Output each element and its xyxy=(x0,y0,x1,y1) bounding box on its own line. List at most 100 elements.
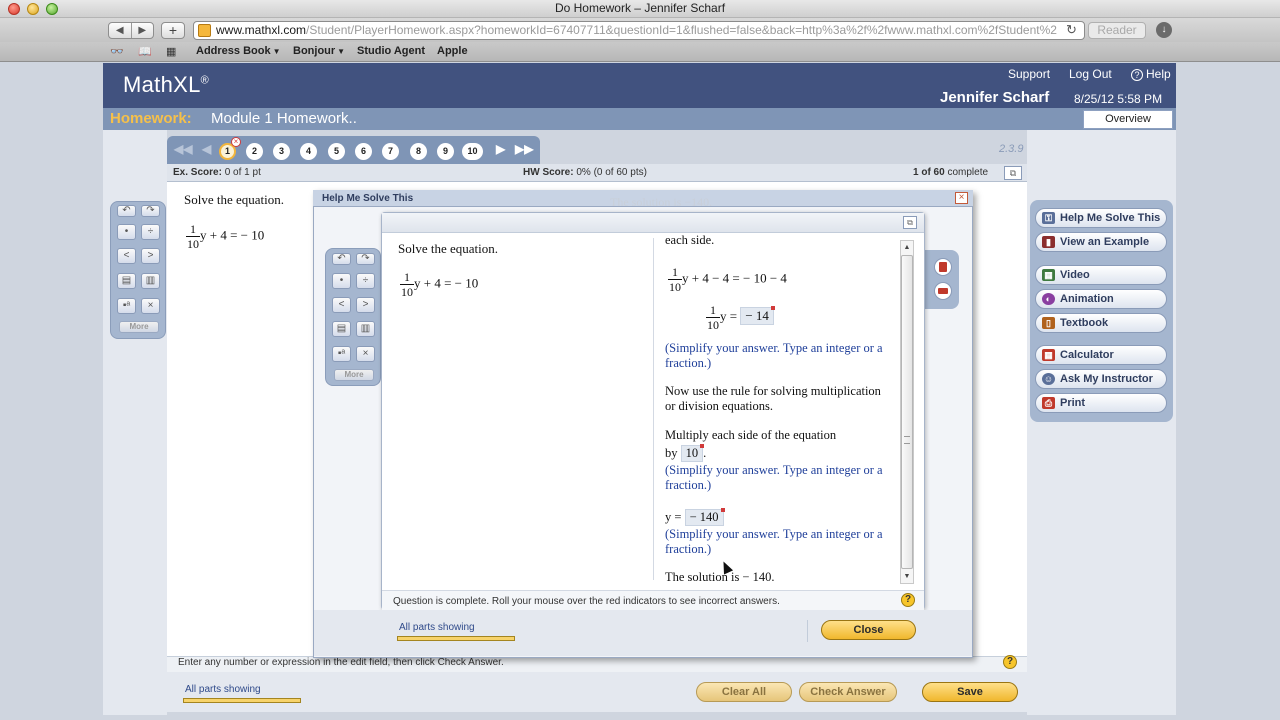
check-answer-button[interactable]: Check Answer xyxy=(799,682,897,702)
reload-icon[interactable]: ↻ xyxy=(1066,22,1077,38)
video-button[interactable]: ▦ Video xyxy=(1035,265,1167,285)
multiply-text: Multiply each side of the equation xyxy=(665,428,837,442)
panel-divider xyxy=(653,238,654,580)
expand-panel-icon[interactable]: ⧉ xyxy=(1004,166,1022,180)
bookmarks-book-icon[interactable]: 📖 xyxy=(138,45,152,58)
question-number-5[interactable]: 5 xyxy=(328,143,345,160)
print-button[interactable]: ⎙ Print xyxy=(1035,393,1167,413)
dialog-undo-icon[interactable]: ↶ xyxy=(332,253,351,265)
user-name: Jennifer Scharf xyxy=(940,89,1050,106)
dialog-right-arrow-icon[interactable]: > xyxy=(356,297,375,313)
reader-button[interactable]: Reader xyxy=(1088,22,1146,39)
close-button[interactable]: Close xyxy=(821,620,916,640)
calculator-button[interactable]: ▦ Calculator xyxy=(1035,345,1167,365)
fraction-icon[interactable]: ▤ xyxy=(117,273,136,289)
clear-all-button[interactable]: Clear All xyxy=(696,682,792,702)
mixed-number-icon[interactable]: ▥ xyxy=(141,273,160,289)
bookmark-apple[interactable]: Apple xyxy=(437,45,468,57)
dialog-fraction-icon[interactable]: ▤ xyxy=(332,321,351,337)
answer-box-minus-140[interactable]: − 140 xyxy=(684,508,725,526)
help-me-solve-button[interactable]: ⚿ Help Me Solve This xyxy=(1035,208,1167,228)
logout-link[interactable]: Log Out xyxy=(1069,67,1112,81)
textbook-button[interactable]: ▯ Textbook xyxy=(1035,313,1167,333)
dialog-delete-icon[interactable]: × xyxy=(356,346,375,362)
forward-arrow-icon[interactable]: ▶ xyxy=(132,23,154,38)
dialog-divide-icon[interactable]: ÷ xyxy=(356,273,375,289)
dialog-printer-icon[interactable] xyxy=(934,282,952,300)
back-arrow-icon[interactable]: ◀ xyxy=(109,23,132,38)
zoom-window-button[interactable] xyxy=(46,3,58,15)
parts-progress-bar xyxy=(183,698,301,703)
question-number-6[interactable]: 6 xyxy=(355,143,372,160)
bookmark-address-book[interactable]: Address Book ▼ xyxy=(196,45,281,57)
answer-box-minus-14[interactable]: − 14 xyxy=(740,306,775,326)
more-button[interactable]: More xyxy=(119,321,159,333)
view-example-button[interactable]: ▮ View an Example xyxy=(1035,232,1167,252)
question-number-3[interactable]: 3 xyxy=(273,143,290,160)
scroll-up-icon[interactable]: ▲ xyxy=(901,242,913,254)
reading-list-icon[interactable]: 👓 xyxy=(110,45,124,58)
help-link[interactable]: ? Help xyxy=(1131,67,1171,81)
question-number-9[interactable]: 9 xyxy=(437,143,454,160)
redo-icon[interactable]: ↷ xyxy=(141,205,160,217)
mathxl-logo: MathXL® xyxy=(123,72,210,97)
left-arrow-icon[interactable]: < xyxy=(117,248,136,264)
dialog-calculator-icon[interactable] xyxy=(934,258,952,276)
overview-button[interactable]: Overview xyxy=(1083,110,1173,129)
homework-title: Module 1 Homework.. xyxy=(211,110,357,127)
address-bar[interactable]: www.mathxl.com/Student/PlayerHomework.as… xyxy=(193,21,1085,40)
save-button[interactable]: Save xyxy=(922,682,1018,702)
scroll-down-icon[interactable]: ▼ xyxy=(901,571,913,583)
new-tab-button[interactable]: + xyxy=(161,22,185,39)
divide-icon[interactable]: ÷ xyxy=(141,224,160,240)
animation-icon: ◐ xyxy=(1042,293,1055,305)
multiply-dot-icon[interactable]: • xyxy=(117,224,136,240)
previous-question-icon[interactable]: ◀ xyxy=(202,142,211,156)
first-question-icon[interactable]: ◀◀ xyxy=(174,142,192,156)
bookmark-bonjour[interactable]: Bonjour ▼ xyxy=(293,45,345,57)
downloads-icon[interactable]: ↓ xyxy=(1156,22,1172,38)
support-link[interactable]: Support xyxy=(1008,67,1050,81)
undo-icon[interactable]: ↶ xyxy=(117,205,136,217)
incorrect-mark-icon: × xyxy=(231,137,241,147)
instruction-help-icon[interactable]: ? xyxy=(1003,655,1017,669)
right-arrow-icon[interactable]: > xyxy=(141,248,160,264)
question-number-2[interactable]: 2 xyxy=(246,143,263,160)
status-help-icon[interactable]: ? xyxy=(901,593,915,607)
dialog-question-prompt: Solve the equation. xyxy=(398,241,499,256)
minimize-window-button[interactable] xyxy=(27,3,39,15)
top-sites-grid-icon[interactable]: ▦ xyxy=(166,45,176,58)
dialog-question-equation: 1 10 y + 4 = − 10 xyxy=(400,270,479,299)
dialog-mixed-number-icon[interactable]: ▥ xyxy=(356,321,375,337)
y-answer-line: y = − 140 xyxy=(665,508,725,526)
question-number-4[interactable]: 4 xyxy=(300,143,317,160)
math-palette xyxy=(110,201,166,339)
animation-button[interactable]: ◐ Animation xyxy=(1035,289,1167,309)
close-window-button[interactable] xyxy=(8,3,20,15)
site-favicon-icon xyxy=(198,24,211,37)
answer-box-10[interactable]: 10 xyxy=(680,444,704,462)
dialog-redo-icon[interactable]: ↷ xyxy=(356,253,375,265)
simplify-note-1: (Simplify your answer. Type an integer o… xyxy=(665,341,883,370)
question-number-10[interactable]: 10 xyxy=(462,143,483,160)
url-path: /Student/PlayerHomework.aspx?homeworkId=… xyxy=(306,23,1057,37)
dialog-exponent-icon[interactable]: ▪ᵃ xyxy=(332,346,351,362)
homework-label: Homework: xyxy=(110,110,192,127)
last-question-icon[interactable]: ▶▶ xyxy=(515,142,533,156)
exercise-score: Ex. Score: 0 of 1 pt xyxy=(173,167,261,178)
question-number-8[interactable]: 8 xyxy=(410,143,427,160)
next-question-icon[interactable]: ▶ xyxy=(496,142,505,156)
instruction-text: Enter any number or expression in the ed… xyxy=(178,657,504,668)
dialog-left-arrow-icon[interactable]: < xyxy=(332,297,351,313)
bookmark-studio-agent[interactable]: Studio Agent xyxy=(357,45,425,57)
question-number-7[interactable]: 7 xyxy=(382,143,399,160)
delete-icon[interactable]: × xyxy=(141,298,160,314)
scrollbar-thumb[interactable] xyxy=(901,255,913,569)
dialog-close-icon[interactable]: × xyxy=(955,192,968,204)
ask-instructor-button[interactable]: ☺ Ask My Instructor xyxy=(1035,369,1167,389)
dialog-more-button[interactable]: More xyxy=(334,369,374,381)
restore-panel-icon[interactable]: ⧉ xyxy=(903,216,917,229)
exponent-icon[interactable]: ▪ᵃ xyxy=(117,298,136,314)
dialog-multiply-dot-icon[interactable]: • xyxy=(332,273,351,289)
solution-panel-header xyxy=(382,213,924,233)
